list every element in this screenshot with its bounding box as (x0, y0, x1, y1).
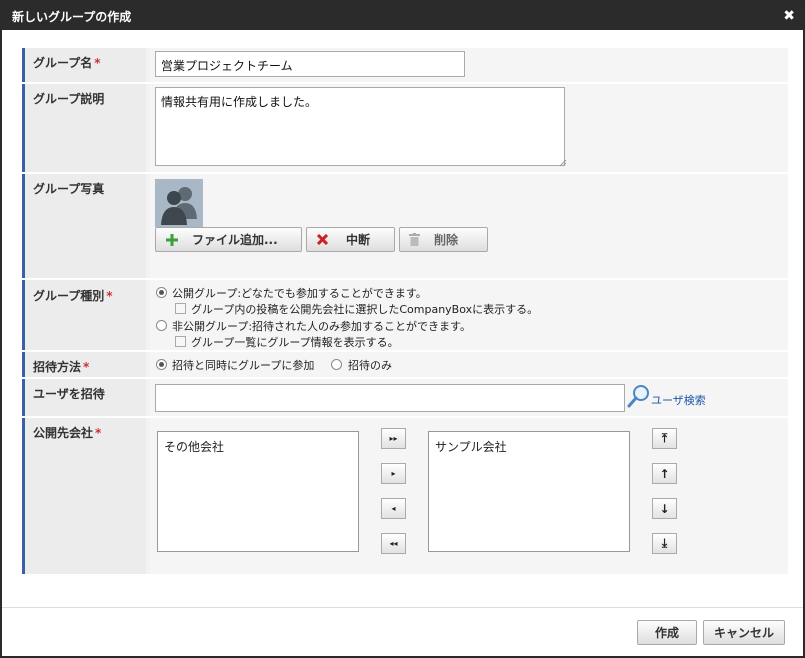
resize-handle-icon[interactable] (559, 159, 567, 167)
invite-only-option-label: 招待のみ (348, 359, 392, 372)
private-group-radio[interactable] (156, 320, 167, 331)
group-avatar-icon (155, 179, 203, 227)
move-up-button[interactable]: ↑ (652, 463, 677, 484)
plus-icon (166, 233, 178, 246)
group-photo-label: グループ写真 (22, 174, 146, 278)
required-mark: * (94, 56, 101, 70)
invite-user-input[interactable] (155, 384, 625, 412)
dialog-title: 新しいグループの作成 (12, 9, 132, 24)
delete-photo-button[interactable]: 削除 (399, 227, 488, 252)
row-group-description: グループ説明 情報共有用に作成しました。 (22, 84, 788, 174)
public-share-option-label: グループ内の投稿を公開先会社に選択したCompanyBoxに表示する。 (191, 303, 539, 316)
close-icon[interactable]: ✖ (783, 8, 795, 24)
group-name-input[interactable]: 営業プロジェクトチーム (155, 51, 465, 77)
row-group-photo: グループ写真 ファイル追加... 中断 削除 (22, 174, 788, 280)
row-invite-user: ユーザを招待 ユーザ検索 (22, 379, 788, 418)
x-icon (317, 234, 328, 245)
invite-method-label: 招待方法 * (22, 352, 146, 377)
row-group-type: グループ種別 * 公開グループ:どなたでも参加することができます。 グループ内の投… (22, 280, 788, 352)
cancel-upload-button[interactable]: 中断 (306, 227, 395, 252)
list-item[interactable]: その他会社 (164, 438, 352, 455)
invite-join-radio[interactable] (156, 359, 167, 370)
row-invite-method: 招待方法 * 招待と同時にグループに参加 招待のみ (22, 352, 788, 379)
dialog-footer: 作成 キャンセル (2, 607, 803, 656)
public-group-option-label: 公開グループ:どなたでも参加することができます。 (172, 287, 427, 300)
invite-user-label: ユーザを招待 (22, 379, 146, 416)
search-icon[interactable] (627, 384, 651, 408)
public-group-radio[interactable] (156, 287, 167, 298)
move-top-button[interactable]: ⤒ (652, 428, 677, 449)
remove-button[interactable]: ◂ (381, 498, 406, 519)
row-public-company: 公開先会社 * その他会社 ▸▸ ▸ ◂ ◂◂ サンプル会社 ⤒ ↑ ↓ ⤓ (22, 418, 788, 576)
selected-companies-list[interactable]: サンプル会社 (428, 431, 630, 552)
group-type-label: グループ種別 * (22, 280, 146, 350)
cancel-button[interactable]: キャンセル (703, 620, 785, 645)
private-listing-option-label: グループ一覧にグループ情報を表示する。 (191, 336, 399, 349)
public-share-checkbox[interactable] (175, 303, 186, 314)
invite-only-radio[interactable] (331, 359, 342, 370)
create-group-dialog: 新しいグループの作成 ✖ グループ名 * 営業プロジェクトチーム グループ説明 情… (0, 0, 805, 658)
add-file-button[interactable]: ファイル追加... (155, 227, 302, 252)
remove-all-button[interactable]: ◂◂ (381, 533, 406, 554)
group-description-textarea[interactable]: 情報共有用に作成しました。 (155, 87, 565, 166)
create-button[interactable]: 作成 (637, 620, 697, 645)
move-bottom-button[interactable]: ⤓ (652, 533, 677, 554)
row-group-name: グループ名 * 営業プロジェクトチーム (22, 48, 788, 84)
private-listing-checkbox[interactable] (175, 336, 186, 347)
trash-icon (409, 233, 420, 246)
add-button[interactable]: ▸ (381, 463, 406, 484)
group-description-label: グループ説明 (22, 84, 146, 172)
add-all-button[interactable]: ▸▸ (381, 428, 406, 449)
user-search-link[interactable]: ユーザ検索 (651, 392, 706, 408)
dialog-titlebar: 新しいグループの作成 ✖ (2, 2, 803, 30)
group-name-label: グループ名 * (22, 48, 146, 82)
invite-join-option-label: 招待と同時にグループに参加 (172, 359, 315, 372)
list-item[interactable]: サンプル会社 (435, 438, 623, 455)
available-companies-list[interactable]: その他会社 (157, 431, 359, 552)
public-company-label: 公開先会社 * (22, 418, 146, 574)
private-group-option-label: 非公開グループ:招待された人のみ参加することができます。 (172, 320, 471, 333)
move-down-button[interactable]: ↓ (652, 498, 677, 519)
